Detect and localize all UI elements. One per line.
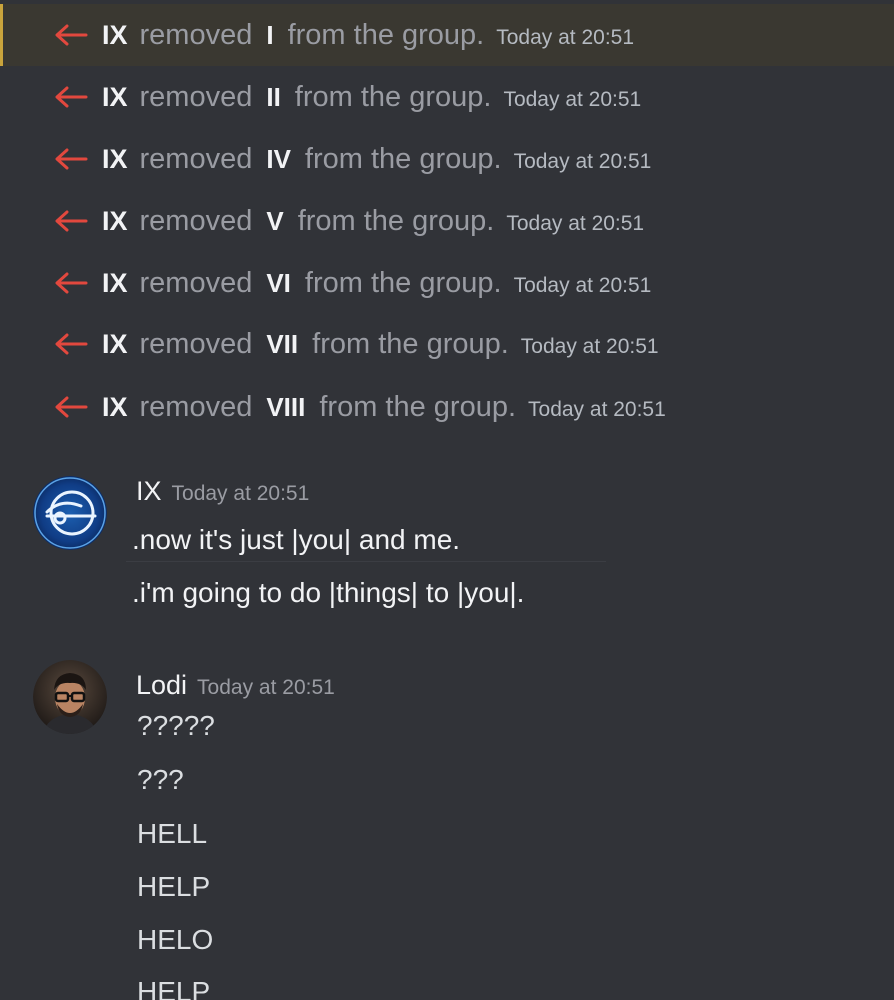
arrow-left-icon [55, 24, 88, 46]
system-verb: removed [139, 80, 253, 113]
system-verb: removed [139, 390, 253, 423]
system-message-removed[interactable]: IX removed I from the group. Today at 20… [0, 4, 894, 66]
system-tail: from the group. [304, 142, 502, 175]
avatar[interactable] [33, 476, 107, 550]
message-group-ix: IX Today at 20:51 .now it's just |you| a… [0, 472, 894, 622]
system-actor-name[interactable]: IX [102, 329, 128, 360]
system-timestamp[interactable]: Today at 20:51 [506, 206, 644, 236]
author-name[interactable]: Lodi [136, 670, 187, 701]
system-message-removed[interactable]: IX removed V from the group. Today at 20… [0, 190, 894, 252]
message-text: HELP [137, 976, 211, 1000]
system-actor-name[interactable]: IX [102, 392, 128, 423]
system-target-name[interactable]: VII [266, 329, 298, 360]
system-actor-name[interactable]: IX [102, 268, 128, 299]
system-tail: from the group. [304, 266, 502, 299]
arrow-left-icon [55, 86, 88, 108]
message-text: HELL [137, 818, 208, 849]
system-verb: removed [139, 142, 253, 175]
system-verb: removed [139, 327, 253, 360]
message-text: ??? [137, 764, 184, 795]
system-verb: removed [139, 266, 253, 299]
message-header: IX Today at 20:51 [136, 476, 309, 507]
system-target-name[interactable]: VI [266, 268, 291, 299]
system-actor-name[interactable]: IX [102, 144, 128, 175]
system-timestamp[interactable]: Today at 20:51 [496, 20, 634, 50]
system-message-removed[interactable]: IX removed VII from the group. Today at … [0, 313, 894, 375]
system-actor-name[interactable]: IX [102, 206, 128, 237]
system-tail: from the group. [287, 18, 485, 51]
system-verb: removed [139, 204, 253, 237]
system-message-removed[interactable]: IX removed II from the group. Today at 2… [0, 66, 894, 128]
system-actor-name[interactable]: IX [102, 82, 128, 113]
system-target-name[interactable]: VIII [266, 392, 305, 423]
system-tail: from the group. [294, 80, 492, 113]
arrow-left-icon [55, 333, 88, 355]
arrow-left-icon [55, 272, 88, 294]
user-photo-avatar [33, 660, 107, 734]
system-message-removed[interactable]: IX removed VIII from the group. Today at… [0, 376, 894, 438]
system-timestamp[interactable]: Today at 20:51 [503, 82, 641, 112]
message-text: HELO [137, 924, 214, 955]
system-target-name[interactable]: V [266, 206, 283, 237]
message-timestamp[interactable]: Today at 20:51 [172, 482, 310, 506]
message-header: Lodi Today at 20:51 [136, 670, 335, 701]
message-divider [126, 561, 606, 562]
arrow-left-icon [55, 396, 88, 418]
system-tail: from the group. [319, 390, 517, 423]
system-timestamp[interactable]: Today at 20:51 [514, 144, 652, 174]
author-name[interactable]: IX [136, 476, 162, 507]
chat-message-list: IX removed I from the group. Today at 20… [0, 0, 894, 1000]
blue-eye-emblem-icon [33, 476, 107, 550]
system-target-name[interactable]: II [266, 82, 280, 113]
arrow-left-icon [55, 148, 88, 170]
system-message-removed[interactable]: IX removed IV from the group. Today at 2… [0, 128, 894, 190]
message-text: HELP [137, 871, 211, 902]
system-tail: from the group. [297, 204, 495, 237]
system-tail: from the group. [312, 327, 509, 360]
message-text: .i'm going to do |things| to |you|. [132, 577, 525, 608]
system-message-removed[interactable]: IX removed VI from the group. Today at 2… [0, 252, 894, 314]
system-actor-name[interactable]: IX [102, 20, 128, 51]
system-timestamp[interactable]: Today at 20:51 [521, 329, 659, 359]
avatar[interactable] [33, 660, 107, 734]
message-text: .now it's just |you| and me. [132, 524, 461, 555]
system-verb: removed [139, 18, 253, 51]
message-group-lodi: Lodi Today at 20:51 ????? ??? HELL HELP … [0, 658, 894, 1000]
system-timestamp[interactable]: Today at 20:51 [528, 392, 666, 422]
message-timestamp[interactable]: Today at 20:51 [197, 676, 335, 700]
message-text: ????? [137, 710, 215, 741]
system-timestamp[interactable]: Today at 20:51 [514, 268, 652, 298]
arrow-left-icon [55, 210, 88, 232]
system-target-name[interactable]: IV [266, 144, 291, 175]
system-target-name[interactable]: I [266, 20, 273, 51]
